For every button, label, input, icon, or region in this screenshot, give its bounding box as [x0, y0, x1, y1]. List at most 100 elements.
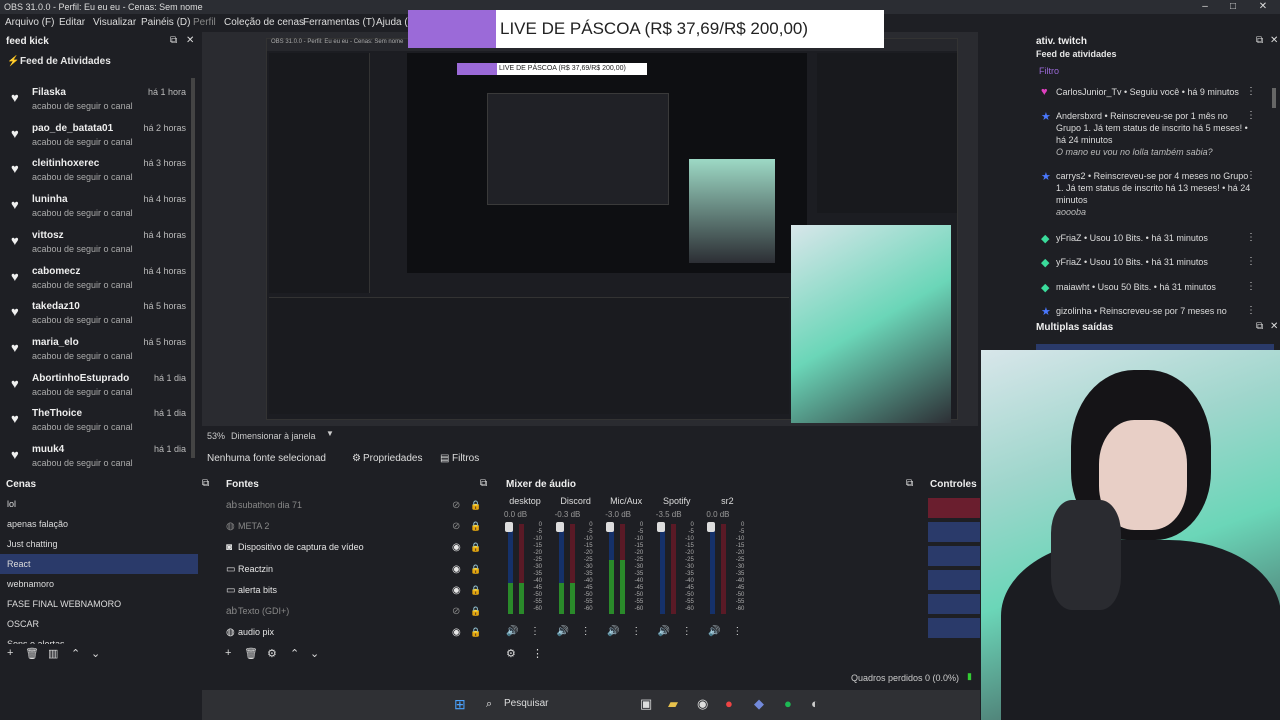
speaker-icon[interactable]: 🔊 [506, 626, 518, 637]
volume-fader[interactable] [505, 522, 513, 532]
source-item[interactable]: ab Texto (GDI+) ⊘ 🔒 [224, 601, 492, 622]
search-icon[interactable]: ⌕ [486, 698, 492, 711]
folder-icon[interactable]: ▰ [668, 696, 678, 712]
up-icon[interactable]: ⌃ [71, 647, 80, 660]
more-icon[interactable]: ⋮ [581, 626, 591, 637]
filter-icon[interactable]: ▥ [48, 647, 58, 660]
scene-item[interactable]: Sons e alertas [0, 634, 198, 644]
scene-item[interactable]: FASE FINAL WEBNAMORO [0, 594, 198, 614]
menu-paineis[interactable]: Painéis (D) [141, 17, 190, 28]
close-icon[interactable]: ✕ [1270, 35, 1278, 46]
down-icon[interactable]: ⌄ [91, 647, 100, 660]
filter-button[interactable]: Filtro [1039, 66, 1059, 76]
float-icon[interactable]: ⧉ [1256, 35, 1263, 46]
minimize-button[interactable]: – [1190, 0, 1220, 14]
trash-icon[interactable]: 🗑 [25, 647, 39, 660]
chevron-down-icon[interactable]: ▼ [326, 429, 334, 438]
add-icon[interactable]: + [225, 647, 231, 659]
feed-item[interactable]: ♥ takedaz10 há 5 horas acabou de seguir o c… [0, 298, 196, 332]
eye-hidden-icon[interactable]: ⊘ [452, 601, 460, 622]
feed-item[interactable]: ♥ TheThoice há 1 dia acabou de seguir o can… [0, 405, 196, 439]
settings-button[interactable] [928, 594, 980, 614]
more-icon[interactable]: ⋮ [1246, 170, 1256, 181]
trash-icon[interactable]: 🗑 [244, 647, 258, 660]
speaker-icon[interactable]: 🔊 [658, 626, 670, 637]
lock-icon[interactable]: 🔒 [470, 622, 481, 643]
close-icon[interactable]: ✕ [1270, 321, 1278, 332]
lock-icon[interactable]: 🔒 [470, 537, 481, 558]
eye-icon[interactable]: ◉ [452, 537, 461, 558]
eye-icon[interactable]: ◉ [452, 622, 461, 643]
gear-icon[interactable]: ⚙ [267, 647, 277, 660]
discord-icon[interactable]: ◆ [754, 696, 764, 712]
record-button[interactable] [928, 522, 980, 542]
close-icon[interactable]: ✕ [186, 35, 194, 46]
lock-icon[interactable]: 🔒 [470, 559, 481, 580]
float-icon[interactable]: ⧉ [1256, 321, 1263, 332]
properties-button[interactable]: Propriedades [363, 453, 422, 464]
float-icon[interactable]: ⧉ [480, 478, 487, 489]
eye-icon[interactable]: ◉ [452, 559, 461, 580]
float-icon[interactable]: ⧉ [202, 478, 209, 489]
feed-item[interactable]: ♥ vittosz há 4 horas acabou de seguir o can… [0, 227, 196, 261]
menu-arquivo[interactable]: Arquivo (F) [5, 17, 54, 28]
lock-icon[interactable]: 🔒 [470, 495, 481, 516]
scene-item[interactable]: lol [0, 494, 198, 514]
menu-colecao-cenas[interactable]: Coleção de cenas [224, 17, 304, 28]
eye-hidden-icon[interactable]: ⊘ [452, 516, 460, 537]
obs-icon[interactable]: ◉ [697, 696, 708, 712]
feed-item[interactable]: ♥ luninha há 4 horas acabou de seguir o can… [0, 191, 196, 225]
scrollbar[interactable] [1272, 88, 1276, 108]
steam-icon[interactable]: ◐ [811, 696, 819, 711]
feed-item[interactable]: ♥ cleitinhoxerec há 3 horas acabou de segui… [0, 155, 196, 189]
source-item[interactable]: ◍ audio pix ◉ 🔒 [224, 622, 492, 643]
virtual-cam-button[interactable] [928, 546, 980, 566]
menu-visualizar[interactable]: Visualizar [93, 17, 136, 28]
source-item[interactable]: ◙ Dispositivo de captura de vídeo ◉ 🔒 [224, 537, 492, 558]
stream-button[interactable] [928, 498, 980, 518]
maximize-button[interactable]: □ [1218, 0, 1248, 14]
windows-icon[interactable]: ⊞ [454, 696, 466, 713]
more-icon[interactable]: ⋮ [732, 626, 742, 637]
chrome-icon[interactable]: ● [725, 696, 733, 711]
close-button[interactable]: ✕ [1248, 0, 1278, 14]
float-icon[interactable]: ⧉ [906, 478, 913, 489]
spotify-icon[interactable]: ● [784, 696, 792, 711]
eye-hidden-icon[interactable]: ⊘ [452, 495, 460, 516]
exit-button[interactable] [928, 618, 980, 638]
more-icon[interactable]: ⋮ [1246, 281, 1256, 292]
scene-item[interactable]: apenas falação [0, 514, 198, 534]
down-icon[interactable]: ⌄ [310, 647, 319, 660]
feed-item[interactable]: ♥ Filaska há 1 hora acabou de seguir o cana… [0, 84, 196, 118]
menu-ferramentas[interactable]: Ferramentas (T) [303, 17, 375, 28]
gear-icon[interactable]: ⚙ [506, 647, 516, 660]
filters-button[interactable]: Filtros [452, 453, 479, 464]
scene-item[interactable]: OSCAR [0, 614, 198, 634]
feed-item[interactable]: ♥ muuk4 há 1 dia acabou de seguir o canal [0, 441, 196, 475]
taskbar-search[interactable]: Pesquisar [504, 698, 548, 709]
eye-icon[interactable]: ◉ [452, 580, 461, 601]
menu-editar[interactable]: Editar [59, 17, 85, 28]
feed-item[interactable]: ♥ cabomecz há 4 horas acabou de seguir o ca… [0, 263, 196, 297]
scale-mode[interactable]: Dimensionar à janela [231, 431, 316, 441]
speaker-icon[interactable]: 🔊 [557, 626, 569, 637]
more-icon[interactable]: ⋮ [1246, 305, 1256, 316]
volume-fader[interactable] [555, 522, 564, 532]
lock-icon[interactable]: 🔒 [470, 580, 481, 601]
float-icon[interactable]: ⧉ [170, 35, 177, 46]
source-item[interactable]: ab subathon dia 71 ⊘ 🔒 [224, 495, 492, 516]
feed-item[interactable]: ♥ pao_de_batata01 há 2 horas acabou de segu… [0, 120, 196, 154]
preview-canvas[interactable]: OBS 31.0.0 - Perfil: Eu eu eu - Cenas: S… [202, 32, 978, 426]
add-icon[interactable]: + [7, 647, 13, 659]
source-item[interactable]: ▭ alerta bits ◉ 🔒 [224, 580, 492, 601]
up-icon[interactable]: ⌃ [290, 647, 299, 660]
more-icon[interactable]: ⋮ [1246, 86, 1256, 97]
feed-item[interactable]: ♥ maria_elo há 5 horas acabou de seguir o c… [0, 334, 196, 368]
more-icon[interactable]: ⋮ [532, 647, 543, 660]
source-item[interactable]: ▭ Reactzin ◉ 🔒 [224, 559, 492, 580]
more-icon[interactable]: ⋮ [1246, 110, 1256, 121]
more-icon[interactable]: ⋮ [1246, 232, 1256, 243]
feed-item[interactable]: ♥ AbortinhoEstuprado há 1 dia acabou de seg… [0, 370, 196, 404]
scene-item[interactable]: React [0, 554, 198, 574]
lock-icon[interactable]: 🔒 [470, 516, 481, 537]
